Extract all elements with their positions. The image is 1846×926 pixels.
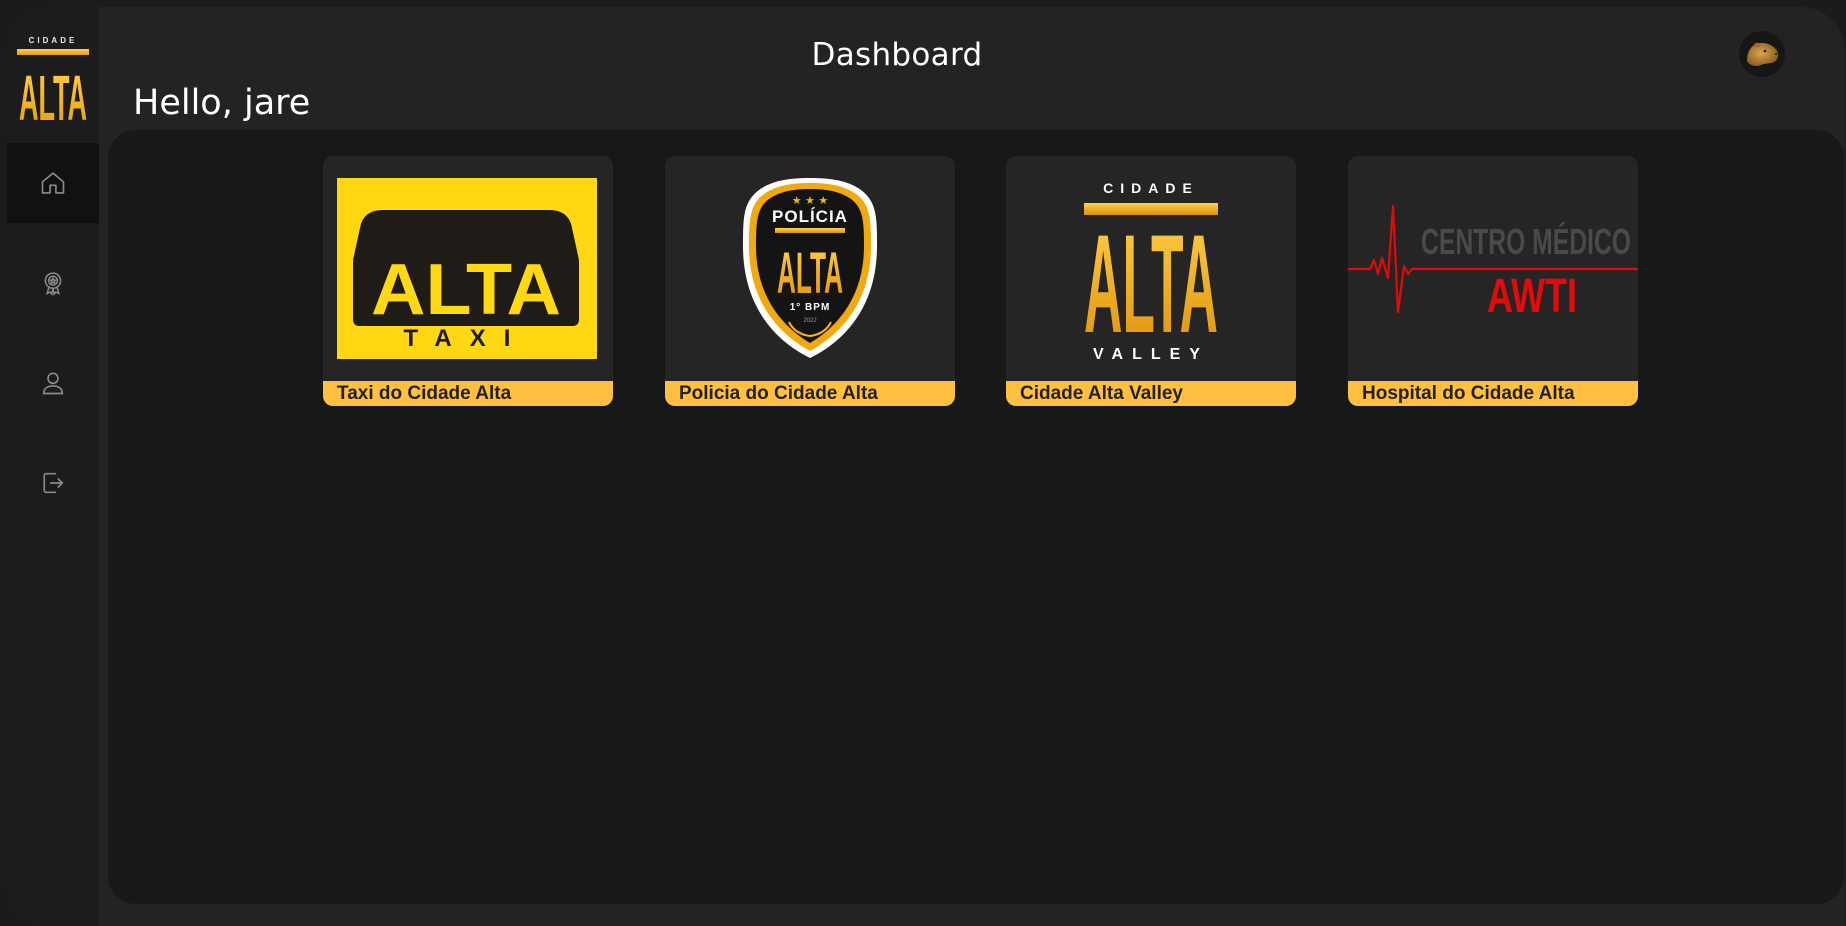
page-title: Dashboard: [811, 37, 983, 73]
card-label: Policia do Cidade Alta: [665, 381, 955, 406]
valley-logo-main: ALTA: [1084, 205, 1218, 362]
card-label: Cidade Alta Valley: [1006, 381, 1296, 406]
company-card-policia[interactable]: ★ ★ ★ POLÍCIA ALTA 1° BPM 2022 Policia d…: [665, 156, 955, 406]
sidebar: CIDADE ALTA: [7, 7, 99, 926]
app-window: CIDADE ALTA Dashboard Hello, jare ALTA T…: [7, 7, 1845, 926]
taxi-logo-sub: TAXI: [404, 325, 529, 352]
company-card-taxi[interactable]: ALTA TAXI Taxi do Cidade Alta: [323, 156, 613, 406]
logout-icon: [43, 472, 64, 494]
valley-logo-sub: VALLEY: [1093, 346, 1209, 363]
valley-logo: CIDADE ALTA VALLEY: [1084, 180, 1218, 363]
valley-logo-top: CIDADE: [1103, 180, 1199, 196]
policia-logo-main: ALTA: [777, 241, 843, 306]
card-label: Taxi do Cidade Alta: [323, 381, 613, 406]
card-label: Hospital do Cidade Alta: [1348, 381, 1638, 406]
hospital-logo-top: CENTRO MÉDICO: [1421, 221, 1631, 262]
home-icon: [41, 172, 65, 194]
nav-profile[interactable]: [7, 343, 99, 423]
nav-home[interactable]: [7, 143, 99, 223]
company-card-valley[interactable]: CIDADE ALTA VALLEY Cidade Alta Valley: [1006, 156, 1296, 406]
nav-logout[interactable]: [7, 443, 99, 523]
taxi-logo: ALTA TAXI: [337, 178, 597, 359]
capybara-avatar-icon: [1739, 31, 1785, 77]
greeting-text: Hello, jare: [133, 83, 311, 123]
star-icon: ★ ★ ★: [792, 194, 829, 207]
main-content: ALTA TAXI Taxi do Cidade Alta ★ ★ ★ POLÍ…: [108, 130, 1844, 904]
company-card-hospital[interactable]: CENTRO MÉDICO AWTI Hospital do Cidade Al…: [1348, 156, 1638, 406]
policia-badge-logo: ★ ★ ★ POLÍCIA ALTA 1° BPM 2022: [743, 178, 877, 358]
user-icon: [42, 372, 64, 395]
taxi-logo-main: ALTA: [371, 250, 561, 330]
hospital-logo: CENTRO MÉDICO AWTI: [1348, 204, 1638, 323]
policia-logo-year: 2022: [803, 318, 817, 324]
user-avatar[interactable]: [1739, 31, 1785, 77]
policia-logo-top: POLÍCIA: [772, 207, 848, 226]
nav-achievements[interactable]: [7, 243, 99, 323]
hospital-logo-main: AWTI: [1487, 270, 1577, 323]
award-icon: [44, 272, 62, 296]
policia-logo-sub: 1° BPM: [790, 302, 831, 313]
